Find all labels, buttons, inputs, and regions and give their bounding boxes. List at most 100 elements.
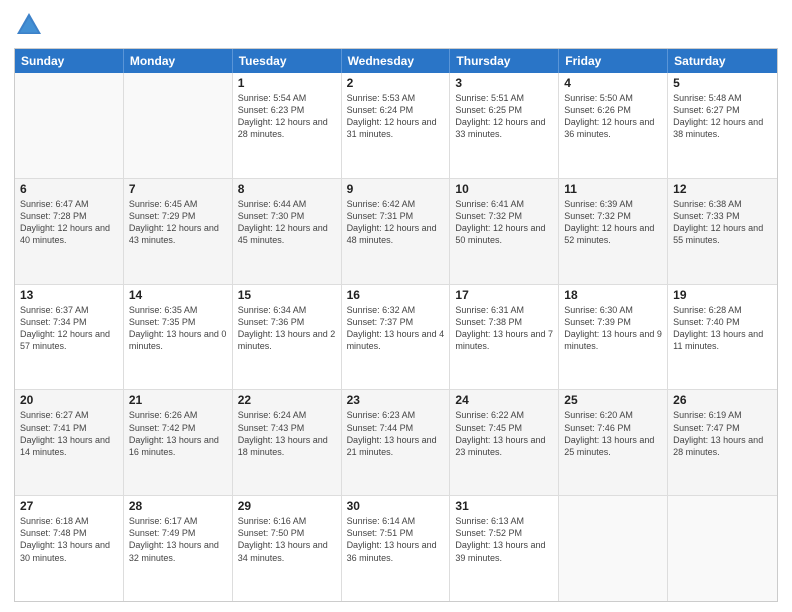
cell-text: Sunrise: 6:34 AM Sunset: 7:36 PM Dayligh… [238,304,336,353]
calendar-cell [668,496,777,601]
calendar-cell: 7 Sunrise: 6:45 AM Sunset: 7:29 PM Daylig… [124,179,233,284]
cell-text: Sunrise: 5:54 AM Sunset: 6:23 PM Dayligh… [238,92,336,141]
day-number: 1 [238,76,336,90]
cell-text: Sunrise: 6:14 AM Sunset: 7:51 PM Dayligh… [347,515,445,564]
calendar-cell: 19 Sunrise: 6:28 AM Sunset: 7:40 PM Dayli… [668,285,777,390]
calendar-row: 20 Sunrise: 6:27 AM Sunset: 7:41 PM Dayli… [15,390,777,496]
day-number: 7 [129,182,227,196]
calendar-cell [124,73,233,178]
day-number: 27 [20,499,118,513]
day-number: 17 [455,288,553,302]
header-day-friday: Friday [559,49,668,73]
cell-text: Sunrise: 6:22 AM Sunset: 7:45 PM Dayligh… [455,409,553,458]
calendar-row: 13 Sunrise: 6:37 AM Sunset: 7:34 PM Dayli… [15,285,777,391]
day-number: 29 [238,499,336,513]
cell-text: Sunrise: 5:53 AM Sunset: 6:24 PM Dayligh… [347,92,445,141]
day-number: 28 [129,499,227,513]
cell-text: Sunrise: 6:18 AM Sunset: 7:48 PM Dayligh… [20,515,118,564]
cell-text: Sunrise: 6:23 AM Sunset: 7:44 PM Dayligh… [347,409,445,458]
cell-text: Sunrise: 6:35 AM Sunset: 7:35 PM Dayligh… [129,304,227,353]
cell-text: Sunrise: 6:32 AM Sunset: 7:37 PM Dayligh… [347,304,445,353]
calendar-cell: 23 Sunrise: 6:23 AM Sunset: 7:44 PM Dayli… [342,390,451,495]
day-number: 4 [564,76,662,90]
calendar: SundayMondayTuesdayWednesdayThursdayFrid… [14,48,778,602]
cell-text: Sunrise: 6:41 AM Sunset: 7:32 PM Dayligh… [455,198,553,247]
day-number: 2 [347,76,445,90]
calendar-cell: 12 Sunrise: 6:38 AM Sunset: 7:33 PM Dayli… [668,179,777,284]
cell-text: Sunrise: 6:37 AM Sunset: 7:34 PM Dayligh… [20,304,118,353]
calendar-cell: 1 Sunrise: 5:54 AM Sunset: 6:23 PM Daylig… [233,73,342,178]
calendar-cell: 8 Sunrise: 6:44 AM Sunset: 7:30 PM Daylig… [233,179,342,284]
calendar-cell: 29 Sunrise: 6:16 AM Sunset: 7:50 PM Dayli… [233,496,342,601]
calendar-header: SundayMondayTuesdayWednesdayThursdayFrid… [15,49,777,73]
day-number: 13 [20,288,118,302]
calendar-cell: 4Sunrise: 5:50 AM Sunset: 6:26 PM Daylig… [559,73,668,178]
calendar-cell: 6Sunrise: 6:47 AM Sunset: 7:28 PM Daylig… [15,179,124,284]
header-day-saturday: Saturday [668,49,777,73]
header-day-thursday: Thursday [450,49,559,73]
calendar-cell: 9 Sunrise: 6:42 AM Sunset: 7:31 PM Daylig… [342,179,451,284]
calendar-cell: 13 Sunrise: 6:37 AM Sunset: 7:34 PM Dayli… [15,285,124,390]
day-number: 14 [129,288,227,302]
day-number: 24 [455,393,553,407]
calendar-cell: 25 Sunrise: 6:20 AM Sunset: 7:46 PM Dayli… [559,390,668,495]
cell-text: Sunrise: 6:39 AM Sunset: 7:32 PM Dayligh… [564,198,662,247]
day-number: 9 [347,182,445,196]
cell-text: Sunrise: 6:45 AM Sunset: 7:29 PM Dayligh… [129,198,227,247]
day-number: 18 [564,288,662,302]
day-number: 8 [238,182,336,196]
cell-text: Sunrise: 5:51 AM Sunset: 6:25 PM Dayligh… [455,92,553,141]
day-number: 12 [673,182,772,196]
cell-text: Sunrise: 6:38 AM Sunset: 7:33 PM Dayligh… [673,198,772,247]
calendar-cell: 31 Sunrise: 6:13 AM Sunset: 7:52 PM Dayli… [450,496,559,601]
day-number: 11 [564,182,662,196]
day-number: 26 [673,393,772,407]
cell-text: Sunrise: 6:16 AM Sunset: 7:50 PM Dayligh… [238,515,336,564]
day-number: 20 [20,393,118,407]
calendar-cell: 26Sunrise: 6:19 AM Sunset: 7:47 PM Dayli… [668,390,777,495]
header-day-tuesday: Tuesday [233,49,342,73]
page: SundayMondayTuesdayWednesdayThursdayFrid… [0,0,792,612]
header [14,10,778,40]
logo-icon [14,10,44,40]
day-number: 10 [455,182,553,196]
calendar-cell [559,496,668,601]
day-number: 30 [347,499,445,513]
calendar-row: 6Sunrise: 6:47 AM Sunset: 7:28 PM Daylig… [15,179,777,285]
cell-text: Sunrise: 6:13 AM Sunset: 7:52 PM Dayligh… [455,515,553,564]
day-number: 23 [347,393,445,407]
day-number: 19 [673,288,772,302]
logo [14,10,48,40]
calendar-cell: 2 Sunrise: 5:53 AM Sunset: 6:24 PM Daylig… [342,73,451,178]
cell-text: Sunrise: 6:27 AM Sunset: 7:41 PM Dayligh… [20,409,118,458]
cell-text: Sunrise: 6:42 AM Sunset: 7:31 PM Dayligh… [347,198,445,247]
calendar-cell: 18 Sunrise: 6:30 AM Sunset: 7:39 PM Dayli… [559,285,668,390]
calendar-cell: 27 Sunrise: 6:18 AM Sunset: 7:48 PM Dayli… [15,496,124,601]
calendar-cell: 5Sunrise: 5:48 AM Sunset: 6:27 PM Daylig… [668,73,777,178]
day-number: 6 [20,182,118,196]
header-day-wednesday: Wednesday [342,49,451,73]
calendar-cell: 30 Sunrise: 6:14 AM Sunset: 7:51 PM Dayli… [342,496,451,601]
cell-text: Sunrise: 6:30 AM Sunset: 7:39 PM Dayligh… [564,304,662,353]
calendar-row: 27 Sunrise: 6:18 AM Sunset: 7:48 PM Dayli… [15,496,777,601]
cell-text: Sunrise: 6:28 AM Sunset: 7:40 PM Dayligh… [673,304,772,353]
day-number: 25 [564,393,662,407]
day-number: 16 [347,288,445,302]
calendar-cell: 10 Sunrise: 6:41 AM Sunset: 7:32 PM Dayli… [450,179,559,284]
day-number: 22 [238,393,336,407]
calendar-cell: 22 Sunrise: 6:24 AM Sunset: 7:43 PM Dayli… [233,390,342,495]
calendar-row: 1 Sunrise: 5:54 AM Sunset: 6:23 PM Daylig… [15,73,777,179]
calendar-cell: 28Sunrise: 6:17 AM Sunset: 7:49 PM Dayli… [124,496,233,601]
header-day-monday: Monday [124,49,233,73]
cell-text: Sunrise: 6:26 AM Sunset: 7:42 PM Dayligh… [129,409,227,458]
cell-text: Sunrise: 6:44 AM Sunset: 7:30 PM Dayligh… [238,198,336,247]
calendar-cell [15,73,124,178]
calendar-cell: 24 Sunrise: 6:22 AM Sunset: 7:45 PM Dayli… [450,390,559,495]
calendar-cell: 16 Sunrise: 6:32 AM Sunset: 7:37 PM Dayli… [342,285,451,390]
cell-text: Sunrise: 6:20 AM Sunset: 7:46 PM Dayligh… [564,409,662,458]
calendar-cell: 21Sunrise: 6:26 AM Sunset: 7:42 PM Dayli… [124,390,233,495]
day-number: 31 [455,499,553,513]
calendar-cell: 17Sunrise: 6:31 AM Sunset: 7:38 PM Dayli… [450,285,559,390]
cell-text: Sunrise: 6:24 AM Sunset: 7:43 PM Dayligh… [238,409,336,458]
calendar-body: 1 Sunrise: 5:54 AM Sunset: 6:23 PM Daylig… [15,73,777,601]
